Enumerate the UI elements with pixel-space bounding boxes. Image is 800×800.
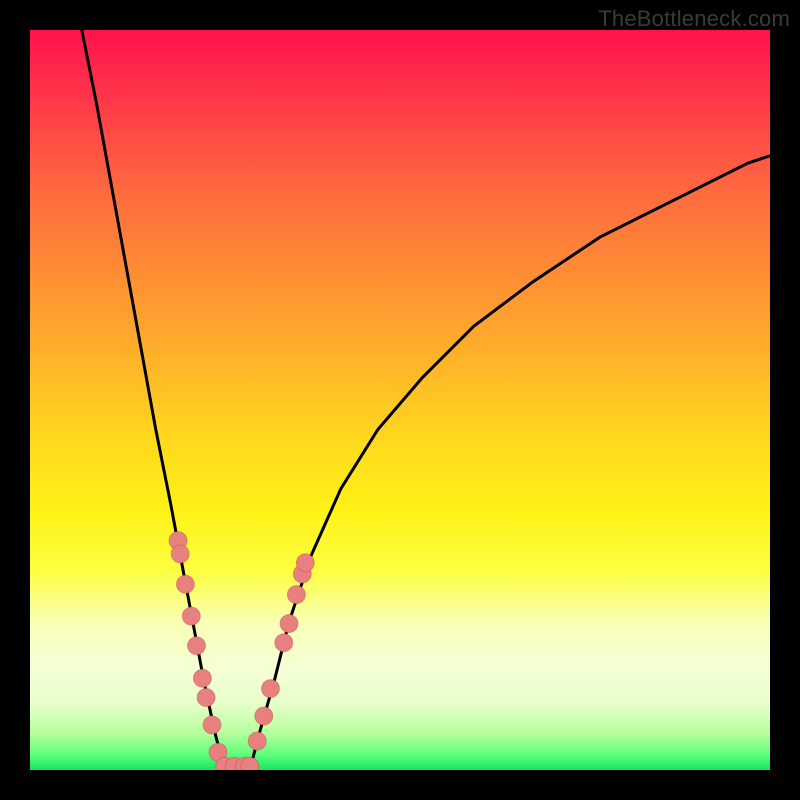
left-curve: [82, 30, 225, 770]
data-marker: [248, 732, 266, 750]
data-marker: [193, 669, 211, 687]
data-marker: [280, 615, 298, 633]
data-marker: [203, 716, 221, 734]
plot-area: [30, 30, 770, 770]
data-marker: [255, 707, 273, 725]
data-marker: [241, 757, 259, 770]
bottleneck-chart: TheBottleneck.com: [0, 0, 800, 800]
data-marker: [287, 586, 305, 604]
data-marker: [182, 607, 200, 625]
data-marker: [296, 554, 314, 572]
data-marker: [176, 575, 194, 593]
data-marker: [188, 637, 206, 655]
watermark-text: TheBottleneck.com: [598, 6, 790, 32]
chart-overlay: [30, 30, 770, 770]
right-curve: [250, 156, 770, 770]
data-marker: [275, 634, 293, 652]
data-marker: [262, 680, 280, 698]
data-marker: [197, 689, 215, 707]
data-marker: [171, 545, 189, 563]
marker-group: [169, 532, 314, 770]
